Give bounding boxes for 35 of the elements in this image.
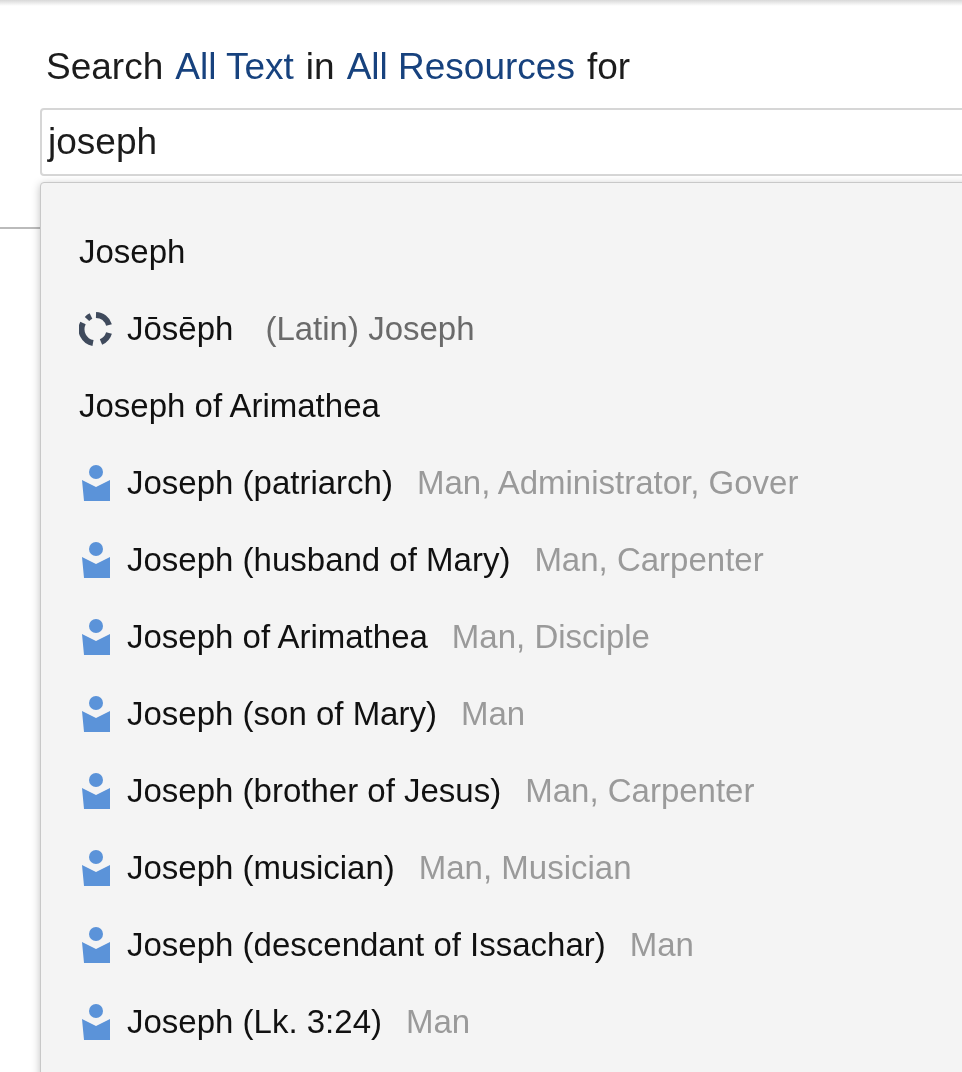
suggestion-detail: Man [629, 925, 694, 964]
suggestion-detail: Man, Carpenter [534, 540, 764, 579]
suggestion-detail: Man [406, 1002, 471, 1041]
suggestion-detail: Man, Disciple [451, 617, 650, 656]
scope-link[interactable]: All Text [175, 44, 294, 90]
person-icon [81, 695, 111, 732]
suggestion-detail: Man [460, 694, 526, 733]
suggestion-heading[interactable]: Joseph [79, 232, 186, 271]
suggestion-item[interactable]: Joseph (patriarch) [127, 463, 393, 502]
person-icon [81, 849, 111, 886]
suggestion-item[interactable]: Joseph of Arimathea [127, 617, 428, 656]
suggestion-detail: (Latin) Joseph [265, 309, 475, 348]
suggestion-heading[interactable]: Joseph of Arimathea [79, 386, 380, 425]
person-icon [81, 464, 111, 501]
search-label: in [305, 45, 335, 89]
suggestion-detail: Man, Carpenter [525, 771, 755, 810]
person-icon [81, 1003, 111, 1040]
search-label: Search [46, 45, 164, 89]
search-field[interactable]: joseph [40, 108, 962, 176]
suggestion-item[interactable]: Joseph (husband of Mary) [127, 540, 511, 579]
suggestion-item[interactable]: Joseph (descendant of Issachar) [127, 925, 606, 964]
source-link[interactable]: All Resources [346, 44, 575, 90]
suggestion-item[interactable]: Joseph (brother of Jesus) [127, 771, 502, 810]
person-icon [81, 541, 111, 578]
person-icon [81, 926, 111, 963]
person-icon [81, 618, 111, 655]
suggestion-item[interactable]: Jōsēph [127, 309, 234, 348]
suggestion-detail: Man, Musician [418, 848, 632, 887]
ring-icon [79, 311, 113, 346]
search-label: for [586, 45, 631, 89]
suggestion-detail: Man, Administrator, Gover [416, 463, 799, 502]
person-icon [81, 772, 111, 809]
suggestion-item[interactable]: Joseph (musician) [127, 848, 395, 887]
suggestion-item[interactable]: Joseph (son of Mary) [127, 694, 437, 733]
suggestion-item[interactable]: Joseph (Lk. 3:24) [127, 1002, 382, 1041]
